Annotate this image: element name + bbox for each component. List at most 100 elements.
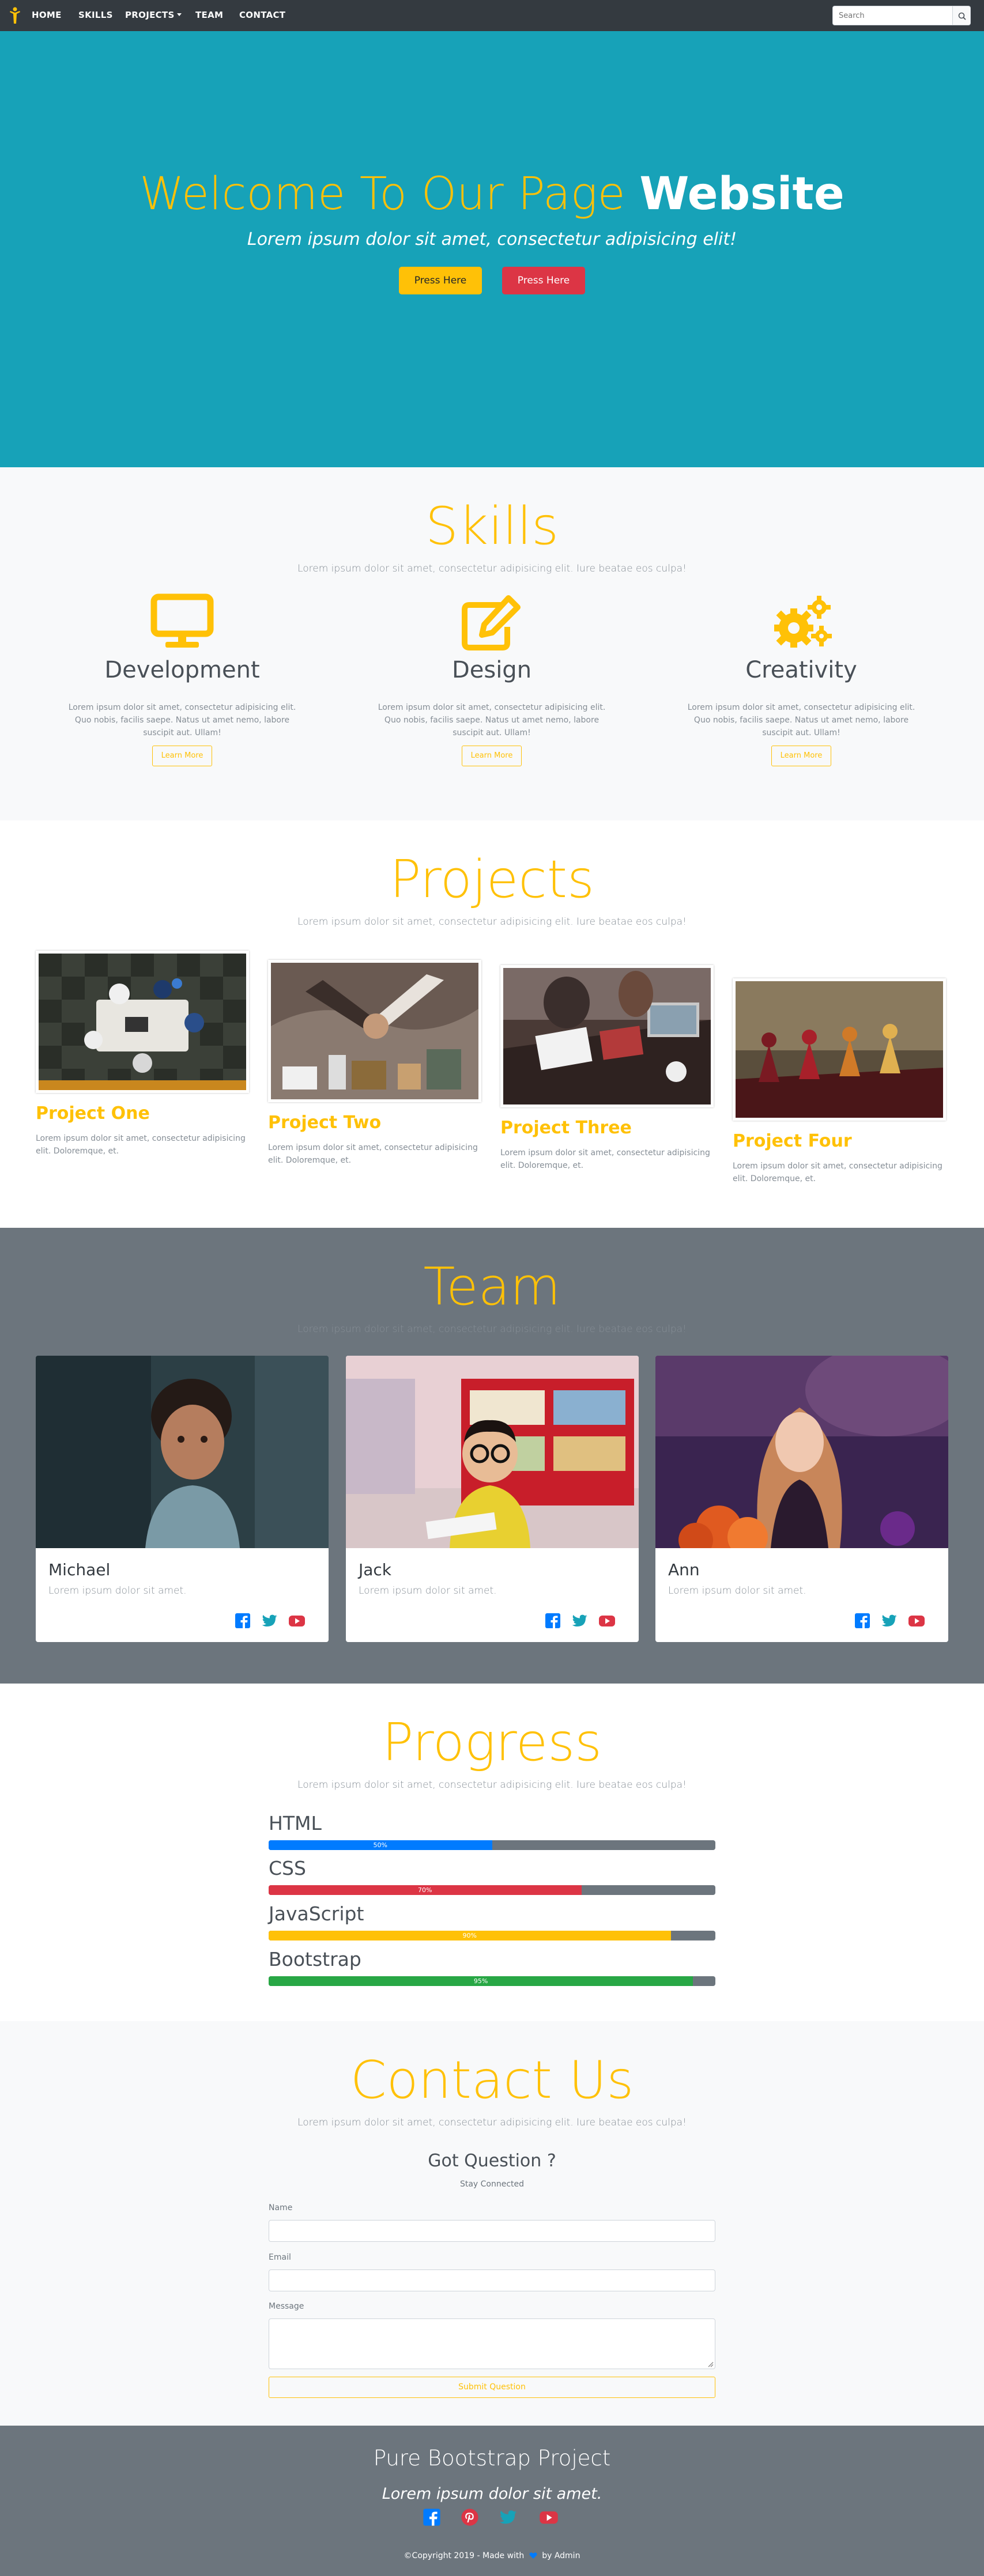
member-text: Lorem ipsum dolor sit amet. [668,1585,806,1597]
project-three-image[interactable] [500,965,714,1107]
youtube-icon[interactable] [538,2507,559,2528]
skill-text: Lorem ipsum dolor sit amet, consectetur … [68,703,296,737]
progress-title: Progress [382,1712,602,1773]
team-card-jack: Jack Lorem ipsum dolor sit amet. [346,1356,639,1642]
hero-subtitle: Lorem ipsum dolor sit amet, consectetur … [247,229,737,249]
contact-title: Contact Us [350,2050,634,2110]
edit-icon [462,595,521,650]
footer: Pure Bootstrap Project Lorem ipsum dolor… [0,2426,984,2576]
skills-title: Skills [425,496,559,557]
email-field[interactable] [269,2269,715,2291]
member-text: Lorem ipsum dolor sit amet. [48,1585,187,1597]
progress-label: CSS [269,1857,306,1879]
monitor-icon [150,593,214,648]
hero-title-light: Welcome To Our Page [140,168,625,220]
progress-fill: 50% [269,1840,492,1850]
team-title: Team [423,1257,561,1317]
facebook-icon[interactable] [853,1612,872,1630]
nav-home[interactable]: HOME [32,10,62,20]
member-name: Ann [668,1560,700,1579]
youtube-icon[interactable] [907,1612,926,1630]
twitter-icon[interactable] [498,2507,519,2528]
facebook-icon[interactable] [233,1612,252,1630]
heart-icon [529,2552,537,2559]
nav-team[interactable]: TEAM [195,10,223,20]
search-input[interactable] [832,6,953,25]
twitter-icon[interactable] [571,1612,589,1630]
twitter-icon[interactable] [261,1612,279,1630]
project-four-image[interactable] [733,978,946,1121]
twitter-icon[interactable] [880,1612,899,1630]
progress-bar-bootstrap: 95% [269,1976,715,1986]
project-text: Lorem ipsum dolor sit amet, consectetur … [733,1162,942,1183]
learn-more-button[interactable]: Learn More [152,746,212,766]
resize-handle-icon[interactable] [707,2361,714,2367]
project-two-image[interactable] [268,960,481,1102]
hero-title: Welcome To Our Page Website [0,168,984,220]
pinterest-icon[interactable] [459,2507,480,2528]
project-text: Lorem ipsum dolor sit amet, consectetur … [500,1148,710,1170]
projects-title: Projects [390,849,594,910]
project-title[interactable]: Project Four [733,1131,852,1151]
project-two-photo [271,963,478,1099]
skill-text: Lorem ipsum dolor sit amet, consectetur … [687,703,915,737]
progress-bar-javascript: 90% [269,1931,715,1940]
project-four-photo [736,981,943,1118]
nav-skills[interactable]: SKILLS [78,10,113,20]
skill-name: Creativity [745,657,857,683]
progress-fill: 90% [269,1931,671,1940]
hero-button-secondary[interactable]: Press Here [502,267,585,294]
skill-name: Design [451,657,532,683]
name-label: Name [269,2203,293,2212]
progress-section: Progress Lorem ipsum dolor sit amet, con… [0,1684,984,2021]
learn-more-button[interactable]: Learn More [771,746,831,766]
hero-button-primary[interactable]: Press Here [399,267,482,294]
message-textarea[interactable] [269,2318,715,2369]
submit-question-button[interactable]: Submit Question [269,2377,715,2398]
member-name: Jack [359,1560,392,1579]
team-subtitle: Lorem ipsum dolor sit amet, consectetur … [297,1323,687,1335]
facebook-icon[interactable] [421,2507,442,2528]
youtube-icon[interactable] [288,1612,306,1630]
progress-label: Bootstrap [269,1948,361,1970]
project-three-photo [503,968,711,1104]
skills-subtitle: Lorem ipsum dolor sit amet, consectetur … [297,563,687,574]
project-title[interactable]: Project Two [268,1113,381,1133]
skills-section: Skills Lorem ipsum dolor sit amet, conse… [0,467,984,820]
learn-more-button[interactable]: Learn More [462,746,522,766]
message-label: Message [269,2302,304,2311]
facebook-icon[interactable] [544,1612,562,1630]
member-text: Lorem ipsum dolor sit amet. [359,1585,497,1597]
hero-title-bold: Website [639,168,844,220]
progress-fill: 70% [269,1885,582,1895]
skill-text: Lorem ipsum dolor sit amet, consectetur … [378,703,606,737]
caret-down-icon [176,13,182,16]
nav-projects[interactable]: PROJECTS [125,10,182,20]
youtube-icon[interactable] [598,1612,616,1630]
team-photo-jack [346,1356,639,1548]
project-title[interactable]: Project Three [500,1118,632,1138]
nav-contact[interactable]: CONTACT [239,10,285,20]
team-card-ann: Ann Lorem ipsum dolor sit amet. [655,1356,948,1642]
copyright-prefix: ©Copyright 2019 - Made with [404,2551,525,2560]
project-one-photo [39,954,246,1090]
contact-subheading: Stay Connected [459,2180,525,2189]
member-name: Michael [48,1560,111,1579]
search-button[interactable] [952,6,971,25]
copyright: ©Copyright 2019 - Made with by Admin [0,2551,984,2560]
team-photo-michael [36,1356,329,1548]
progress-bar-css: 70% [269,1885,715,1895]
copyright-suffix: by Admin [542,2551,580,2560]
nav-projects-label: PROJECTS [125,10,175,20]
team-photo-ann [655,1356,948,1548]
name-field[interactable] [269,2220,715,2242]
project-title[interactable]: Project One [36,1103,150,1124]
email-label: Email [269,2253,291,2262]
team-card-michael: Michael Lorem ipsum dolor sit amet. [36,1356,329,1642]
progress-label: HTML [269,1812,322,1834]
project-text: Lorem ipsum dolor sit amet, consectetur … [268,1143,478,1165]
gears-icon [774,596,832,648]
brand-logo-icon[interactable] [8,7,22,24]
footer-title: Pure Bootstrap Project [373,2446,611,2471]
project-one-image[interactable] [36,951,249,1093]
